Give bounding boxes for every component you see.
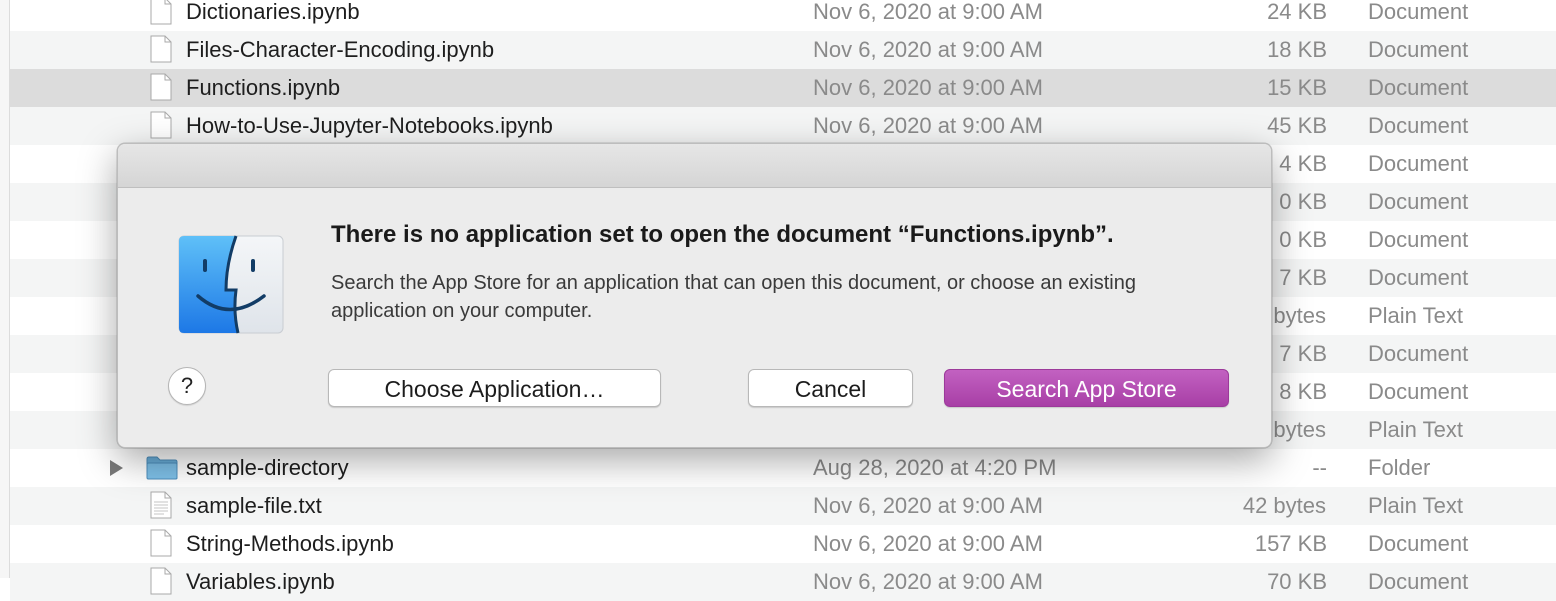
file-size: 18 KB [1267,37,1327,62]
file-name: sample-directory [186,455,349,480]
file-size: 157 KB [1254,531,1327,556]
file-date: Aug 28, 2020 at 4:20 PM [813,455,1057,480]
disclosure-triangle-icon[interactable] [110,460,123,476]
file-kind: Plain Text [1368,303,1463,328]
file-date: Nov 6, 2020 at 9:00 AM [813,569,1043,594]
finder-icon [178,235,284,334]
file-size: 0 KB [1279,227,1327,252]
text-file-icon [150,491,172,519]
cancel-button[interactable]: Cancel [748,369,913,407]
file-date: Nov 6, 2020 at 9:00 AM [813,0,1043,24]
file-kind: Document [1368,341,1469,366]
choose-application-button[interactable]: Choose Application… [328,369,661,407]
file-kind: Document [1368,531,1469,556]
file-row[interactable]: Files-Character-Encoding.ipynb Nov 6, 20… [10,31,1556,69]
file-row-selected[interactable]: Functions.ipynb Nov 6, 2020 at 9:00 AM 1… [10,69,1556,107]
file-size: bytes [1273,303,1326,328]
file-date: Nov 6, 2020 at 9:00 AM [813,531,1043,556]
file-size: 7 KB [1279,265,1327,290]
file-size: 4 KB [1279,151,1327,176]
file-date: Nov 6, 2020 at 9:00 AM [813,493,1043,518]
file-size: 0 KB [1279,189,1327,214]
file-row[interactable]: Dictionaries.ipynb Nov 6, 2020 at 9:00 A… [10,0,1556,31]
file-kind: Plain Text [1368,417,1463,442]
file-size: 8 KB [1279,379,1327,404]
file-row[interactable]: sample-file.txt Nov 6, 2020 at 9:00 AM 4… [10,487,1556,525]
folder-row[interactable]: sample-directory Aug 28, 2020 at 4:20 PM… [10,449,1556,487]
file-row[interactable]: How-to-Use-Jupyter-Notebooks.ipynb Nov 6… [10,107,1556,145]
document-icon [150,35,172,63]
dialog-title: There is no application set to open the … [331,221,1114,248]
document-icon [150,73,172,101]
file-kind: Document [1368,37,1469,62]
file-kind: Folder [1368,455,1431,480]
no-application-dialog: There is no application set to open the … [117,143,1272,448]
dialog-titlebar[interactable] [118,144,1271,188]
file-kind: Document [1368,113,1469,138]
folder-icon [146,456,178,480]
file-name: Dictionaries.ipynb [186,0,360,24]
file-kind: Document [1368,75,1469,100]
file-kind: Document [1368,265,1469,290]
file-row[interactable]: String-Methods.ipynb Nov 6, 2020 at 9:00… [10,525,1556,563]
file-size: 15 KB [1267,75,1327,100]
file-kind: Document [1368,151,1469,176]
file-size: bytes [1273,417,1326,442]
document-icon [150,0,172,25]
file-name: sample-file.txt [186,493,322,518]
help-button[interactable]: ? [168,367,206,405]
file-kind: Document [1368,227,1469,252]
file-date: Nov 6, 2020 at 9:00 AM [813,75,1043,100]
file-date: Nov 6, 2020 at 9:00 AM [813,113,1043,138]
file-name: Functions.ipynb [186,75,341,100]
file-size: 42 bytes [1242,493,1326,518]
file-size: 24 KB [1267,0,1327,24]
file-kind: Document [1368,189,1469,214]
document-icon [150,111,172,139]
file-row[interactable]: Variables.ipynb Nov 6, 2020 at 9:00 AM 7… [10,563,1556,601]
file-kind: Document [1368,569,1469,594]
file-size: -- [1312,455,1327,480]
file-kind: Document [1368,0,1469,24]
file-kind: Document [1368,379,1469,404]
file-date: Nov 6, 2020 at 9:00 AM [813,37,1043,62]
document-icon [150,567,172,595]
file-name: How-to-Use-Jupyter-Notebooks.ipynb [186,113,553,138]
file-name: String-Methods.ipynb [186,531,394,556]
file-size: 45 KB [1267,113,1327,138]
dialog-message: Search the App Store for an application … [331,272,1136,322]
document-icon [150,529,172,557]
sidebar-edge [0,0,10,578]
file-size: 7 KB [1279,341,1327,366]
file-kind: Plain Text [1368,493,1463,518]
file-name: Files-Character-Encoding.ipynb [186,37,495,62]
file-size: 70 KB [1267,569,1327,594]
file-name: Variables.ipynb [186,569,335,594]
search-app-store-button[interactable]: Search App Store [944,369,1229,407]
